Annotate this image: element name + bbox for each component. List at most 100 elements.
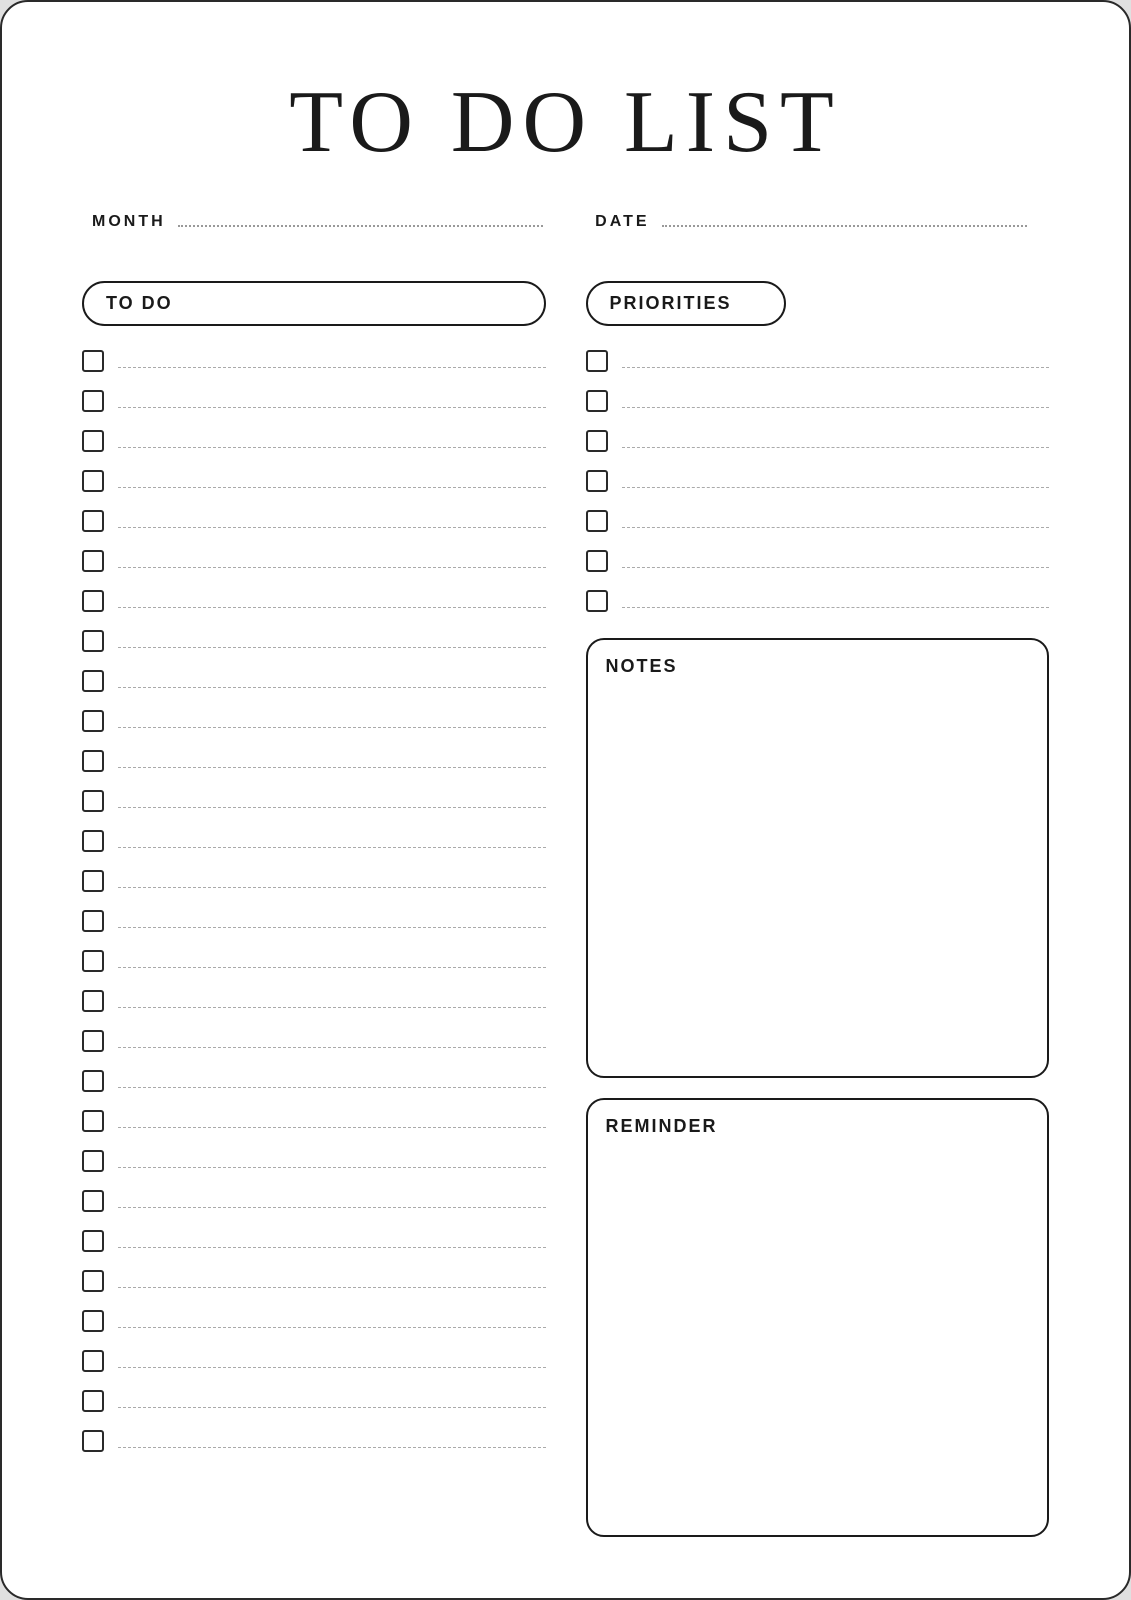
todo-line — [118, 354, 546, 368]
page: TO DO LIST MONTH DATE TO DO — [0, 0, 1131, 1600]
priority-item — [586, 464, 1050, 498]
priority-line — [622, 394, 1050, 408]
todo-item — [82, 1344, 546, 1378]
todo-section-label: TO DO — [106, 293, 173, 314]
todo-checkbox[interactable] — [82, 790, 104, 812]
notes-label: NOTES — [606, 656, 1030, 677]
priority-checkbox[interactable] — [586, 590, 608, 612]
todo-checkbox[interactable] — [82, 710, 104, 732]
priorities-list — [586, 344, 1050, 618]
todo-checkbox[interactable] — [82, 750, 104, 772]
todo-checkbox[interactable] — [82, 350, 104, 372]
todo-checkbox[interactable] — [82, 1270, 104, 1292]
todo-item — [82, 424, 546, 458]
todo-item — [82, 1184, 546, 1218]
priorities-section: PRIORITIES — [586, 281, 1050, 618]
todo-line — [118, 394, 546, 408]
date-label: DATE — [595, 213, 649, 231]
todo-item — [82, 904, 546, 938]
todo-checkbox[interactable] — [82, 510, 104, 532]
todo-line — [118, 1394, 546, 1408]
todo-item — [82, 1424, 546, 1458]
right-column: PRIORITIES NOTES REMINDER — [586, 281, 1050, 1537]
meta-row: MONTH DATE — [82, 213, 1049, 231]
todo-line — [118, 1274, 546, 1288]
todo-line — [118, 874, 546, 888]
todo-checkbox[interactable] — [82, 1350, 104, 1372]
todo-checkbox[interactable] — [82, 1190, 104, 1212]
todo-checkbox[interactable] — [82, 1150, 104, 1172]
todo-item — [82, 664, 546, 698]
todo-checkbox[interactable] — [82, 430, 104, 452]
todo-item — [82, 624, 546, 658]
todo-checkbox[interactable] — [82, 1310, 104, 1332]
priority-line — [622, 594, 1050, 608]
priority-line — [622, 354, 1050, 368]
todo-checkbox[interactable] — [82, 390, 104, 412]
todo-checkbox[interactable] — [82, 1070, 104, 1092]
todo-line — [118, 914, 546, 928]
todo-line — [118, 634, 546, 648]
priority-line — [622, 474, 1050, 488]
todo-checkbox[interactable] — [82, 830, 104, 852]
priority-line — [622, 554, 1050, 568]
todo-checkbox[interactable] — [82, 630, 104, 652]
todo-checkbox[interactable] — [82, 1030, 104, 1052]
priority-checkbox[interactable] — [586, 390, 608, 412]
priority-item — [586, 544, 1050, 578]
todo-checkbox[interactable] — [82, 990, 104, 1012]
priorities-section-header: PRIORITIES — [586, 281, 786, 326]
todo-checkbox[interactable] — [82, 910, 104, 932]
todo-checkbox[interactable] — [82, 1230, 104, 1252]
todo-item — [82, 504, 546, 538]
todo-item — [82, 944, 546, 978]
priority-checkbox[interactable] — [586, 430, 608, 452]
todo-item — [82, 744, 546, 778]
todo-checkbox[interactable] — [82, 470, 104, 492]
todo-line — [118, 514, 546, 528]
todo-item — [82, 1384, 546, 1418]
todo-checkbox[interactable] — [82, 590, 104, 612]
priority-item — [586, 384, 1050, 418]
priority-line — [622, 434, 1050, 448]
todo-column: TO DO — [82, 281, 546, 1537]
priority-checkbox[interactable] — [586, 470, 608, 492]
todo-checkbox[interactable] — [82, 1110, 104, 1132]
todo-checkbox[interactable] — [82, 1430, 104, 1452]
todo-checkbox[interactable] — [82, 870, 104, 892]
todo-line — [118, 754, 546, 768]
todo-line — [118, 1434, 546, 1448]
priority-checkbox[interactable] — [586, 350, 608, 372]
todo-line — [118, 834, 546, 848]
todo-item — [82, 464, 546, 498]
todo-checkbox[interactable] — [82, 1390, 104, 1412]
todo-item — [82, 1144, 546, 1178]
todo-item — [82, 704, 546, 738]
todo-item — [82, 1064, 546, 1098]
todo-line — [118, 1154, 546, 1168]
todo-line — [118, 794, 546, 808]
date-line — [662, 217, 1027, 227]
todo-line — [118, 1114, 546, 1128]
todo-line — [118, 994, 546, 1008]
priority-item — [586, 424, 1050, 458]
todo-checkbox[interactable] — [82, 950, 104, 972]
priorities-section-label: PRIORITIES — [610, 293, 732, 314]
priority-checkbox[interactable] — [586, 550, 608, 572]
priority-checkbox[interactable] — [586, 510, 608, 532]
reminder-section: REMINDER — [586, 1098, 1050, 1538]
month-line — [178, 217, 543, 227]
todo-checkbox[interactable] — [82, 550, 104, 572]
todo-checkbox[interactable] — [82, 670, 104, 692]
todo-line — [118, 1194, 546, 1208]
priority-item — [586, 584, 1050, 618]
notes-section: NOTES — [586, 638, 1050, 1078]
todo-item — [82, 784, 546, 818]
month-label: MONTH — [92, 213, 166, 231]
content-area: TO DO — [82, 281, 1049, 1537]
todo-line — [118, 1074, 546, 1088]
todo-line — [118, 954, 546, 968]
todo-item — [82, 344, 546, 378]
priority-item — [586, 504, 1050, 538]
reminder-label: REMINDER — [606, 1116, 1030, 1137]
